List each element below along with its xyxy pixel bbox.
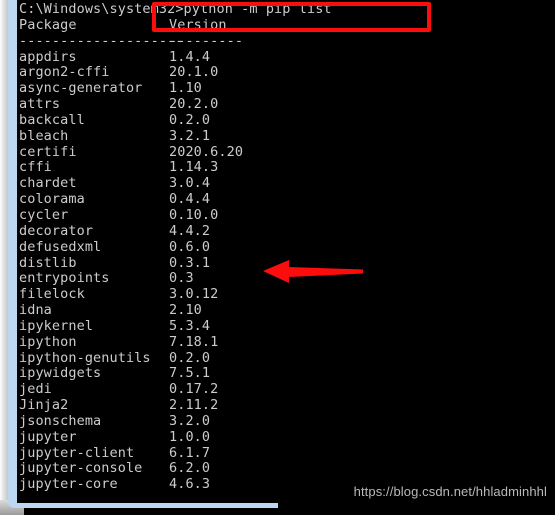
package-name: colorama <box>19 191 85 208</box>
package-name: defusedxml <box>19 238 102 255</box>
package-name: jupyter-console <box>19 460 143 477</box>
package-name: cycler <box>19 206 69 223</box>
package-name: argon2-cffi <box>19 64 110 81</box>
column-header-row: Package Version <box>19 16 555 34</box>
prompt-line: C:\Windows\system32>python -m pip list <box>19 1 332 17</box>
package-version: 0.3.1 <box>169 254 211 271</box>
package-version: 0.17.2 <box>169 381 219 398</box>
package-version: 0.2.0 <box>169 349 211 366</box>
package-version: 2020.6.20 <box>169 143 244 160</box>
package-version: 0.10.0 <box>169 206 219 223</box>
package-row: decorator 4.4.2 <box>19 222 555 240</box>
package-row: argon2-cffi 20.1.0 <box>19 64 555 81</box>
package-name: jedi <box>19 381 52 398</box>
package-row: bleach 3.2.1 <box>19 127 555 145</box>
csdn-watermark: https://blog.csdn.net/hhladminhhl <box>353 484 547 499</box>
package-version: 3.0.4 <box>169 175 211 192</box>
header-version: Version <box>169 16 227 33</box>
package-row: distlib 0.3.1 <box>19 254 555 272</box>
package-name: idna <box>19 302 52 319</box>
package-name: Jinja2 <box>19 397 69 414</box>
header-separator-row: ----------------------------- <box>19 32 555 50</box>
package-name: entrypoints <box>19 270 110 287</box>
package-name: ipython <box>19 333 77 350</box>
package-row: backcall 0.2.0 <box>19 111 555 129</box>
package-row: colorama 0.4.4 <box>19 191 555 208</box>
package-list: appdirs 1.4.4 argon2-cffi 20.1.0 async-gener… <box>19 48 555 494</box>
console-text-area: C:\Windows\system32>python -m pip list P… <box>19 1 555 503</box>
package-name: async-generator <box>19 80 143 97</box>
package-name: distlib <box>19 254 77 271</box>
package-row: filelock 3.0.12 <box>19 286 555 303</box>
package-name: jupyter-core <box>19 476 118 493</box>
package-version: 5.3.4 <box>169 317 211 334</box>
package-name: ipython-genutils <box>19 349 151 366</box>
package-name: backcall <box>19 111 85 128</box>
package-name: filelock <box>19 286 85 303</box>
package-version: 0.6.0 <box>169 238 211 255</box>
package-version: 4.6.3 <box>169 476 211 493</box>
package-version: 2.11.2 <box>169 397 219 414</box>
package-row: cffi 1.14.3 <box>19 160 555 176</box>
package-name: certifi <box>19 143 77 160</box>
package-name: attrs <box>19 96 61 113</box>
package-row: chardet 3.0.4 <box>19 175 555 192</box>
package-name: cffi <box>19 159 52 176</box>
separator-version: --------- <box>169 32 244 49</box>
package-name: jsonschema <box>19 412 102 429</box>
package-row: ipykernel 5.3.4 <box>19 317 555 335</box>
package-version: 6.1.7 <box>169 444 211 461</box>
package-row: jupyter 1.0.0 <box>19 428 555 446</box>
package-version: 0.3 <box>169 270 194 287</box>
package-name: bleach <box>19 127 69 144</box>
package-row: entrypoints 0.3 <box>19 270 555 287</box>
package-row: appdirs 1.4.4 <box>19 48 555 66</box>
package-row: idna 2.10 <box>19 302 555 319</box>
package-row: async-generator 1.10 <box>19 80 555 97</box>
package-name: chardet <box>19 175 77 192</box>
package-name: ipykernel <box>19 317 94 334</box>
package-row: cycler 0.10.0 <box>19 206 555 224</box>
package-version: 0.4.4 <box>169 191 211 208</box>
package-row: jedi 0.17.2 <box>19 381 555 398</box>
package-version: 1.14.3 <box>169 159 219 176</box>
package-name: jupyter-client <box>19 444 135 461</box>
package-version: 4.4.2 <box>169 222 211 239</box>
package-version: 0.2.0 <box>169 111 211 128</box>
package-row: attrs 20.2.0 <box>19 96 555 113</box>
header-package: Package <box>19 16 77 33</box>
package-row: jupyter-console 6.2.0 <box>19 461 555 477</box>
package-version: 20.2.0 <box>169 96 219 113</box>
package-row: jupyter-client 6.1.7 <box>19 444 555 462</box>
package-row: ipython 7.18.1 <box>19 333 555 351</box>
package-name: jupyter <box>19 428 77 445</box>
package-version: 1.10 <box>169 80 202 97</box>
package-row: ipython-genutils 0.2.0 <box>19 349 555 367</box>
package-version: 1.0.0 <box>169 428 211 445</box>
command-prompt-console[interactable]: C:\Windows\system32>python -m pip list P… <box>17 0 555 503</box>
package-row: defusedxml 0.6.0 <box>19 238 555 256</box>
package-version: 6.2.0 <box>169 460 211 477</box>
package-version: 3.2.1 <box>169 127 211 144</box>
package-version: 7.5.1 <box>169 365 211 382</box>
separator-package: -------------------- <box>19 32 184 49</box>
package-row: certifi 2020.6.20 <box>19 143 555 161</box>
package-name: appdirs <box>19 48 77 65</box>
package-row: Jinja2 2.11.2 <box>19 397 555 414</box>
package-name: ipywidgets <box>19 365 102 382</box>
screenshot-root: C:\Windows\system32>python -m pip list P… <box>0 0 555 515</box>
package-row: jsonschema 3.2.0 <box>19 412 555 430</box>
package-version: 20.1.0 <box>169 64 219 81</box>
package-version: 1.4.4 <box>169 48 211 65</box>
package-version: 3.2.0 <box>169 412 211 429</box>
package-row: ipywidgets 7.5.1 <box>19 365 555 382</box>
package-version: 7.18.1 <box>169 333 219 350</box>
package-version: 3.0.12 <box>169 286 219 303</box>
package-version: 2.10 <box>169 302 202 319</box>
package-name: decorator <box>19 222 94 239</box>
